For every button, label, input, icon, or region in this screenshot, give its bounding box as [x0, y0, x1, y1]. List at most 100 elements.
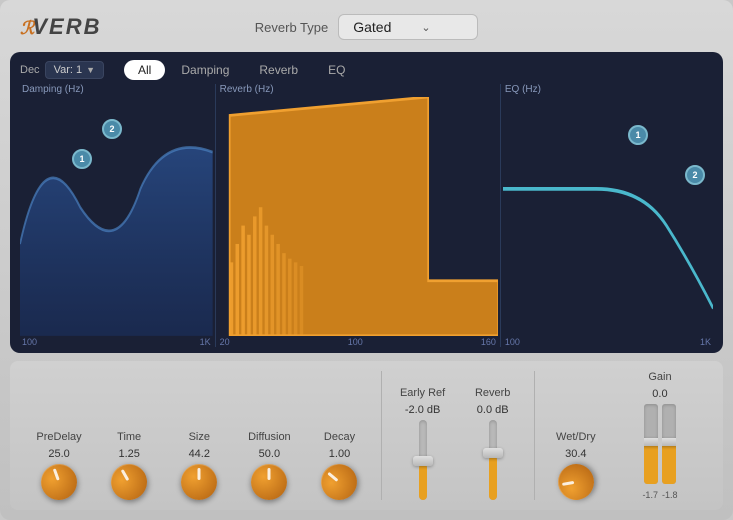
gain-left-meter-value: -1.7 [642, 490, 658, 500]
gain-left-track[interactable] [644, 404, 658, 484]
eq-axis-1k: 1K [700, 337, 711, 347]
decay-value: 1.00 [329, 448, 350, 460]
eq-axis: 100 1K [503, 336, 713, 347]
gain-left-thumb[interactable] [644, 438, 658, 446]
wetdry-label: Wet/Dry [556, 431, 596, 444]
wetdry-knob[interactable] [558, 464, 594, 500]
earlyref-group: Early Ref -2.0 dB [388, 387, 458, 500]
predelay-label: PreDelay [36, 431, 81, 444]
reverb-fader-track[interactable] [489, 420, 497, 500]
damping-node-1[interactable]: 1 [72, 149, 92, 169]
gain-right-track[interactable] [662, 404, 676, 484]
dropdown-arrow-icon: ⌄ [421, 21, 430, 34]
damping-panel: Damping (Hz) [20, 84, 213, 347]
gain-left-fill [644, 444, 658, 484]
predelay-knob[interactable] [41, 464, 77, 500]
separator-2 [500, 84, 501, 347]
gain-fader-pair [644, 404, 676, 484]
reverb-axis-100: 100 [348, 337, 363, 347]
var-label: Var: 1 [54, 64, 83, 76]
diffusion-group: Diffusion 50.0 [234, 431, 304, 500]
dec-group: Dec Var: 1 ▼ [20, 61, 104, 79]
eq-canvas: 1 2 [503, 97, 713, 336]
divider-1 [381, 371, 382, 500]
reverb-fader-value: 0.0 dB [477, 404, 509, 416]
time-label: Time [117, 431, 141, 444]
tab-reverb[interactable]: Reverb [245, 60, 312, 80]
var-dropdown[interactable]: Var: 1 ▼ [45, 61, 104, 79]
reverb-panel: Reverb (Hz) [218, 84, 498, 347]
size-value: 44.2 [189, 448, 210, 460]
gain-right-thumb[interactable] [662, 438, 676, 446]
earlyref-fader-track[interactable] [419, 420, 427, 500]
damping-node-2[interactable]: 2 [102, 119, 122, 139]
eq-node-1[interactable]: 1 [628, 125, 648, 145]
var-arrow-icon: ▼ [86, 65, 95, 75]
damping-axis-100: 100 [22, 337, 37, 347]
diffusion-label: Diffusion [248, 431, 291, 444]
earlyref-fader-thumb[interactable] [413, 456, 433, 466]
reverb-svg [218, 97, 498, 336]
damping-axis-1k: 1K [200, 337, 211, 347]
size-label: Size [189, 431, 210, 444]
size-group: Size 44.2 [164, 431, 234, 500]
eq-svg [503, 97, 713, 336]
diffusion-knob[interactable] [251, 464, 287, 500]
gain-right-fill [662, 444, 676, 484]
reverb-type-section: Reverb Type Gated ⌄ [255, 14, 478, 40]
time-knob[interactable] [111, 464, 147, 500]
reverb-fader-group: Reverb 0.0 dB [458, 387, 528, 500]
reverb-slider [489, 420, 497, 500]
plugin-logo: ℛVERB [20, 14, 102, 40]
tab-damping[interactable]: Damping [167, 60, 243, 80]
reverb-label: Reverb (Hz) [218, 84, 498, 95]
gain-value: 0.0 [652, 388, 667, 400]
reverb-axis: 20 100 160 [218, 336, 498, 347]
tab-all[interactable]: All [124, 60, 165, 80]
logo-r: ℛ [20, 18, 32, 38]
earlyref-fader-fill [419, 464, 427, 500]
damping-canvas: 1 2 [20, 97, 213, 336]
predelay-value: 25.0 [48, 448, 69, 460]
damping-label: Damping (Hz) [20, 84, 213, 95]
plugin-container: ℛVERB Reverb Type Gated ⌄ Dec Var: 1 ▼ A… [0, 0, 733, 520]
decay-label: Decay [324, 431, 355, 444]
wetdry-group: Wet/Dry 30.4 [541, 431, 611, 500]
reverb-type-value: Gated [353, 19, 391, 35]
gain-meter-values: -1.7 -1.8 [642, 490, 677, 500]
reverb-type-dropdown[interactable]: Gated ⌄ [338, 14, 478, 40]
time-group: Time 1.25 [94, 431, 164, 500]
reverb-fader-fill [489, 456, 497, 500]
earlyref-value: -2.0 dB [405, 404, 440, 416]
eq-label: EQ (Hz) [503, 84, 713, 95]
eq-node-2[interactable]: 2 [685, 165, 705, 185]
predelay-group: PreDelay 25.0 [24, 431, 94, 500]
eq-panel: EQ (Hz) 1 2 100 1K [503, 84, 713, 347]
reverb-fader-thumb[interactable] [483, 448, 503, 458]
size-knob[interactable] [181, 464, 217, 500]
display-toolbar: Dec Var: 1 ▼ All Damping Reverb EQ [20, 60, 713, 80]
view-tabs: All Damping Reverb EQ [124, 60, 359, 80]
logo-verb: VERB [32, 14, 101, 39]
reverb-axis-20: 20 [220, 337, 230, 347]
earlyref-slider [419, 420, 427, 500]
display-area: Dec Var: 1 ▼ All Damping Reverb EQ Dampi… [10, 52, 723, 353]
earlyref-label: Early Ref [400, 387, 445, 400]
tab-eq[interactable]: EQ [314, 60, 359, 80]
divider-2 [534, 371, 535, 500]
reverb-canvas [218, 97, 498, 336]
diffusion-value: 50.0 [259, 448, 280, 460]
header: ℛVERB Reverb Type Gated ⌄ [10, 10, 723, 44]
separator-1 [215, 84, 216, 347]
decay-group: Decay 1.00 [304, 431, 374, 500]
damping-axis: 100 1K [20, 336, 213, 347]
gain-right-meter-value: -1.8 [662, 490, 678, 500]
wetdry-value: 30.4 [565, 448, 586, 460]
reverb-fader-label: Reverb [475, 387, 510, 400]
controls-area: PreDelay 25.0 Time 1.25 Size 44.2 Diffus… [10, 361, 723, 510]
reverb-axis-160: 160 [481, 337, 496, 347]
eq-axis-100: 100 [505, 337, 520, 347]
gain-group: Gain 0.0 -1.7 -1.8 [611, 371, 709, 500]
graph-area: Damping (Hz) [20, 84, 713, 347]
decay-knob[interactable] [321, 464, 357, 500]
